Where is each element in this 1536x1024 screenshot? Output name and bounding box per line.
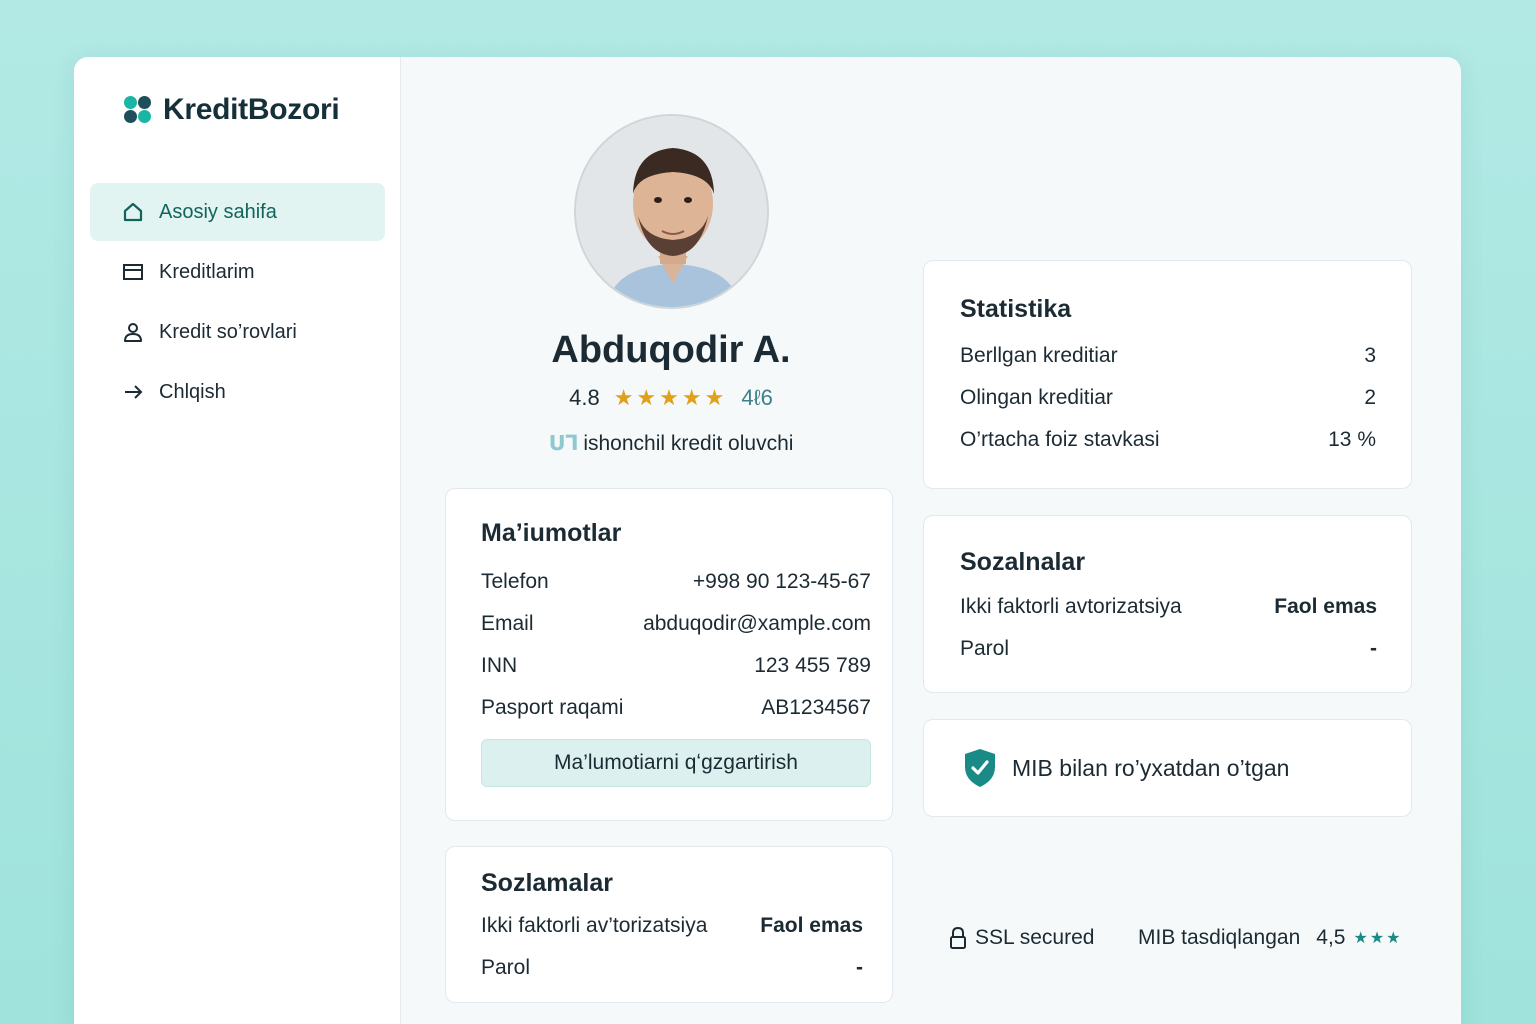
home-icon: [122, 201, 144, 223]
sidebar-item-label: Chlqish: [159, 380, 226, 403]
user-icon: [122, 321, 144, 343]
sidebar-item-requests[interactable]: Kredit so’rovlari: [90, 303, 385, 361]
settings-label: Parol: [960, 637, 1010, 660]
profile-rating: 4.8 ★★★★★ 4ℓ6: [401, 385, 941, 411]
rating-count: 4ℓ6: [741, 385, 773, 410]
info-row-phone: Telefon +998 90 123-45-67: [481, 570, 871, 594]
sidebar-nav: Asosiy sahifa Kreditlarim Kredit so’rovl…: [90, 183, 385, 423]
logo-text: KreditBozori: [163, 93, 340, 126]
settings-card-title: Sozalnalar: [960, 548, 1086, 576]
trust-badge: ᑌ⅂ ishonchil kredit oluvchi: [401, 431, 941, 456]
info-label: Pasport raqami: [481, 696, 624, 719]
ssl-label: SSL secured: [975, 926, 1095, 949]
stats-card-title: Statistika: [960, 295, 1072, 323]
settings-row-2fa[interactable]: Ikki faktorli av’torizatsiya Faol emas: [481, 914, 863, 938]
logo-mark-icon: [124, 95, 152, 125]
settings-card-title: Sozlamalar: [481, 869, 614, 897]
sidebar-item-label: Asosiy sahifa: [159, 200, 277, 223]
info-card-title: Ma’iumotlar: [481, 519, 622, 547]
logo[interactable]: KreditBozori: [124, 93, 340, 127]
sidebar-item-logout[interactable]: Chlqish: [90, 363, 385, 421]
sidebar-item-credits[interactable]: Kreditlarim: [90, 243, 385, 301]
rating-stars-icon: ★★★★★: [613, 385, 728, 410]
mib-approval-badge: MIB tasdiqlangan 4,5 ★★★: [1138, 926, 1403, 950]
settings-value: Faol emas: [760, 914, 863, 937]
mib-rating-stars-icon: ★★★: [1353, 930, 1403, 947]
stats-value: 13 %: [1328, 428, 1376, 451]
stats-row: Berllgan kreditiar 3: [960, 344, 1376, 368]
trust-label: ishonchil kredit oluvchi: [583, 432, 794, 455]
settings-value: -: [1370, 637, 1377, 660]
stats-row: O’rtacha foiz stavkasi 13 %: [960, 428, 1376, 452]
info-row-email: Email abduqodir@xample.com: [481, 612, 871, 636]
profile-name: Abduqodir A.: [551, 329, 791, 371]
settings-row-2fa[interactable]: Ikki faktorli avtorizatsiya Faol emas: [960, 595, 1377, 619]
mib-label: MIB bilan ro’yxatdan o’tgan: [1012, 754, 1290, 781]
info-value: AB1234567: [761, 696, 871, 719]
info-row-passport: Pasport raqami AB1234567: [481, 696, 871, 720]
avatar[interactable]: [574, 114, 769, 309]
stats-card: Statistika Berllgan kreditiar 3 Olingan …: [923, 260, 1412, 489]
settings-row-password[interactable]: Parol -: [481, 956, 863, 980]
stats-value: 2: [1364, 386, 1376, 409]
settings-card-left: Sozlamalar Ikki faktorli av’torizatsiya …: [445, 846, 893, 1003]
sidebar-item-label: Kreditlarim: [159, 260, 255, 283]
settings-label: Parol: [481, 956, 531, 979]
sidebar-item-home[interactable]: Asosiy sahifa: [90, 183, 385, 241]
sidebar-item-label: Kredit so’rovlari: [159, 320, 297, 343]
info-row-inn: INN 123 455 789: [481, 654, 871, 678]
info-value: 123 455 789: [754, 654, 871, 677]
mib-card: MIB bilan ro’yxatdan o’tgan: [923, 719, 1412, 817]
stats-label: Olingan kreditiar: [960, 386, 1113, 409]
settings-label: Ikki faktorli av’torizatsiya: [481, 914, 708, 937]
stats-label: Berllgan kreditiar: [960, 344, 1118, 367]
stats-value: 3: [1364, 344, 1376, 367]
stats-row: Olingan kreditiar 2: [960, 386, 1376, 410]
ssl-badge: SSL secured: [949, 926, 1094, 950]
main-content: Abduqodir A. 4.8 ★★★★★ 4ℓ6 ᑌ⅂ ishonchil k…: [401, 57, 1461, 1024]
app-window: KreditBozori Asosiy sahifa Kreditlarim K…: [74, 57, 1461, 1024]
stats-label: O’rtacha foiz stavkasi: [960, 428, 1160, 451]
settings-label: Ikki faktorli avtorizatsiya: [960, 595, 1182, 618]
settings-value: Faol emas: [1274, 595, 1377, 618]
shield-check-icon: [962, 747, 998, 789]
info-label: Telefon: [481, 570, 549, 593]
trust-icon: ᑌ⅂: [548, 432, 578, 455]
rating-value: 4.8: [569, 385, 600, 410]
mib-rating-value: 4,5: [1316, 926, 1346, 949]
card-icon: [122, 261, 144, 283]
edit-info-button[interactable]: Ma’lumotiarni qʻgzgartirish: [481, 739, 871, 787]
info-value: +998 90 123-45-67: [692, 570, 871, 593]
info-value: abduqodir@xample.com: [643, 612, 871, 635]
lock-icon: [949, 927, 967, 949]
mib-approved-label: MIB tasdiqlangan: [1138, 926, 1301, 949]
info-label: INN: [481, 654, 518, 677]
settings-row-password[interactable]: Parol -: [960, 637, 1377, 661]
info-label: Email: [481, 612, 534, 635]
settings-card-right: Sozalnalar Ikki faktorli avtorizatsiya F…: [923, 515, 1412, 693]
settings-value: -: [856, 956, 863, 979]
arrow-right-icon: [122, 381, 144, 403]
info-card: Ma’iumotlar Telefon +998 90 123-45-67 Em…: [445, 488, 893, 821]
sidebar: KreditBozori Asosiy sahifa Kreditlarim K…: [74, 57, 401, 1024]
